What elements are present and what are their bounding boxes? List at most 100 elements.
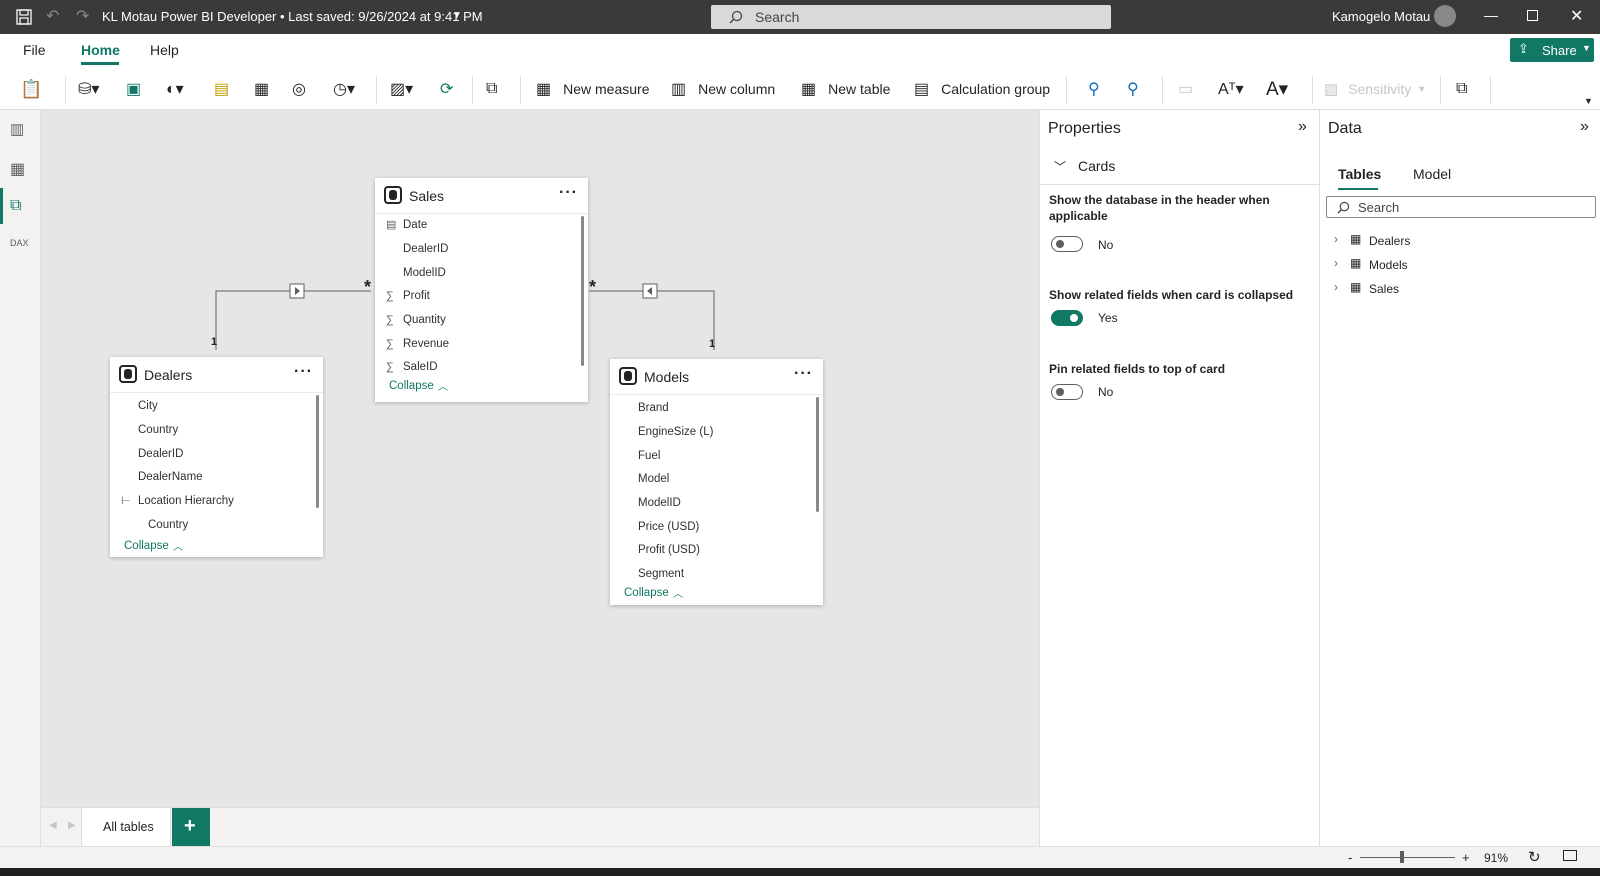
- collapse-link[interactable]: Collapse: [624, 587, 669, 599]
- field-item[interactable]: Country: [138, 424, 178, 436]
- undo-icon[interactable]: ↶: [46, 6, 59, 26]
- recent-sources-icon[interactable]: ◷▾: [333, 77, 355, 101]
- menu-file[interactable]: File: [23, 42, 46, 58]
- zoom-in-button[interactable]: +: [1462, 850, 1470, 865]
- ribbon-expand-icon[interactable]: ▼: [1584, 96, 1593, 106]
- toggle-pin-related-fields[interactable]: [1051, 384, 1083, 400]
- collapse-pane-icon[interactable]: »: [1298, 118, 1307, 136]
- table-card-sales[interactable]: Sales ··· ▤ Date DealerID ModelID ∑ Prof…: [375, 178, 588, 402]
- dataflow-icon[interactable]: ▤: [214, 77, 229, 101]
- section-cards[interactable]: Cards: [1078, 158, 1115, 174]
- new-measure-button[interactable]: ▦ New measure: [536, 77, 650, 101]
- report-view-icon[interactable]: ▥: [10, 120, 32, 142]
- onelake-icon[interactable]: ◐▾: [166, 77, 184, 101]
- save-icon[interactable]: [16, 9, 32, 25]
- file-title[interactable]: KL Motau Power BI Developer • Last saved…: [102, 9, 483, 24]
- field-item[interactable]: Location Hierarchy: [138, 495, 234, 507]
- field-item[interactable]: Profit (USD): [638, 544, 700, 556]
- field-item[interactable]: DealerName: [138, 471, 203, 483]
- collapse-link[interactable]: Collapse: [124, 540, 169, 552]
- field-item[interactable]: DealerID: [138, 448, 183, 460]
- publish-icon[interactable]: ⧉: [1456, 77, 1467, 101]
- field-item[interactable]: Date: [403, 219, 427, 231]
- field-item[interactable]: Price (USD): [638, 521, 699, 533]
- menu-help[interactable]: Help: [150, 42, 179, 58]
- redo-icon[interactable]: ↷: [76, 6, 89, 26]
- data-search-input[interactable]: Search: [1326, 196, 1596, 218]
- new-column-button[interactable]: ▥ New column: [671, 77, 775, 101]
- zoom-slider-thumb[interactable]: [1400, 851, 1404, 863]
- new-table-button[interactable]: ▦ New table: [801, 77, 890, 101]
- scroll-right-icon[interactable]: ▶: [68, 820, 76, 831]
- toggle-show-database[interactable]: [1051, 236, 1083, 252]
- card-header[interactable]: Models ···: [610, 359, 823, 395]
- view-as-icon[interactable]: ⚲: [1127, 77, 1139, 101]
- zoom-slider[interactable]: [1360, 857, 1455, 858]
- tab-tables[interactable]: Tables: [1338, 166, 1381, 182]
- reset-zoom-icon[interactable]: ↻: [1528, 848, 1541, 866]
- table-node-models[interactable]: › ▦ Models: [1334, 256, 1534, 274]
- chevron-down-icon[interactable]: ﹀: [1054, 158, 1066, 175]
- field-item[interactable]: Segment: [638, 568, 684, 580]
- linguistic-schema-icon[interactable]: Aᵀ▾: [1218, 77, 1244, 101]
- fit-to-screen-icon[interactable]: [1563, 850, 1577, 861]
- field-item[interactable]: Quantity: [403, 314, 446, 326]
- scrollbar[interactable]: [316, 395, 319, 508]
- field-item[interactable]: Fuel: [638, 450, 660, 462]
- toggle-show-related-fields[interactable]: [1051, 310, 1083, 326]
- tab-all-tables[interactable]: All tables: [81, 808, 171, 846]
- model-canvas[interactable]: * * 1 1 Sales ··· ▤ Date DealerID ModelI…: [41, 110, 1039, 807]
- hierarchy-level-item[interactable]: Country: [148, 519, 188, 531]
- field-item[interactable]: Model: [638, 473, 669, 485]
- table-node-sales[interactable]: › ▦ Sales: [1334, 280, 1534, 298]
- avatar[interactable]: [1434, 5, 1456, 27]
- sensitivity-button[interactable]: ▧ Sensitivity ▼: [1324, 77, 1426, 101]
- more-options-icon[interactable]: ···: [559, 184, 578, 202]
- table-view-icon[interactable]: ▦: [10, 159, 32, 181]
- field-item[interactable]: City: [138, 400, 158, 412]
- excel-icon[interactable]: ▣: [126, 77, 141, 101]
- scroll-left-icon[interactable]: ◀: [49, 820, 57, 831]
- scrollbar[interactable]: [581, 216, 584, 366]
- add-layout-button[interactable]: +: [172, 808, 210, 846]
- field-item[interactable]: DealerID: [403, 243, 448, 255]
- enter-data-icon[interactable]: ▦: [254, 77, 269, 101]
- dataverse-icon[interactable]: ◎: [292, 77, 306, 101]
- collapse-link[interactable]: Collapse: [389, 380, 434, 392]
- maximize-icon[interactable]: [1527, 10, 1538, 21]
- share-button[interactable]: ⇪ Share ▼: [1510, 38, 1594, 62]
- dax-query-view-icon[interactable]: DAX: [10, 238, 32, 260]
- more-options-icon[interactable]: ···: [794, 365, 813, 383]
- field-item[interactable]: Brand: [638, 402, 669, 414]
- paste-icon[interactable]: 📋: [20, 77, 42, 101]
- title-dropdown-icon[interactable]: ▼: [452, 10, 462, 21]
- model-view-icon[interactable]: ⧉: [10, 197, 32, 219]
- scrollbar[interactable]: [816, 397, 819, 512]
- search-box[interactable]: Search: [711, 5, 1111, 29]
- minimize-icon[interactable]: —: [1484, 7, 1498, 23]
- tab-home[interactable]: Home: [81, 42, 120, 58]
- zoom-out-button[interactable]: -: [1348, 850, 1352, 865]
- table-card-models[interactable]: Models ··· Brand EngineSize (L) Fuel Mod…: [610, 359, 823, 605]
- field-item[interactable]: ModelID: [638, 497, 681, 509]
- field-item[interactable]: SaleID: [403, 361, 438, 373]
- card-header[interactable]: Sales ···: [375, 178, 588, 214]
- table-node-dealers[interactable]: › ▦ Dealers: [1334, 232, 1534, 250]
- font-icon[interactable]: A▾: [1266, 77, 1288, 101]
- field-item[interactable]: Profit: [403, 290, 430, 302]
- transform-data-icon[interactable]: ▨▾: [390, 77, 413, 101]
- manage-roles-icon[interactable]: ⚲: [1088, 77, 1100, 101]
- refresh-icon[interactable]: ⟳: [440, 77, 453, 101]
- collapse-pane-icon[interactable]: »: [1580, 118, 1589, 136]
- field-item[interactable]: ModelID: [403, 267, 446, 279]
- more-options-icon[interactable]: ···: [294, 363, 313, 381]
- manage-relationships-icon[interactable]: ⧉: [486, 77, 497, 101]
- card-header[interactable]: Dealers ···: [110, 357, 323, 393]
- close-icon[interactable]: ✕: [1570, 6, 1583, 26]
- user-name[interactable]: Kamogelo Motau: [1332, 9, 1430, 24]
- field-item[interactable]: EngineSize (L): [638, 426, 713, 438]
- tab-model[interactable]: Model: [1413, 166, 1451, 182]
- field-item[interactable]: Revenue: [403, 338, 449, 350]
- qa-setup-icon[interactable]: ▭: [1178, 77, 1193, 101]
- table-card-dealers[interactable]: Dealers ··· City Country DealerID Dealer…: [110, 357, 323, 557]
